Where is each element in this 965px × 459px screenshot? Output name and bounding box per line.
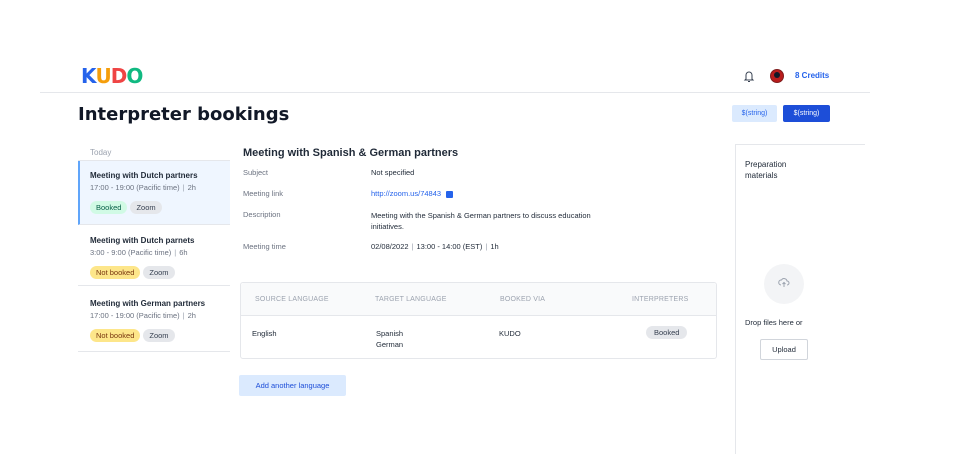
preparation-panel: Preparation materials Drop files here or… <box>735 144 865 454</box>
booking-time-range: 3:00 - 9:00 (Pacific time) <box>90 248 172 257</box>
meeting-time-label: Meeting time <box>243 242 286 251</box>
booking-title: Meeting with Dutch partners <box>90 171 198 180</box>
subject-value: Not specified <box>371 168 415 177</box>
booking-duration: 6h <box>179 248 188 257</box>
meeting-link-row: http://zoom.us/74843 <box>371 189 454 198</box>
meeting-time-range: 13:00 - 14:00 (EST) <box>416 242 483 251</box>
status-badge: Not booked <box>90 329 141 342</box>
booking-time-range: 17:00 - 19:00 (Pacific time) <box>90 183 180 192</box>
preparation-title: Preparation materials <box>745 160 787 180</box>
meeting-time-value: 02/08/2022 | 13:00 - 14:00 (EST) | 1h <box>371 242 499 251</box>
target-language-2: German <box>376 340 404 349</box>
column-header-source: SOURCE LANGUAGE <box>255 296 329 303</box>
languages-table: SOURCE LANGUAGE TARGET LANGUAGE BOOKED V… <box>240 282 717 359</box>
booking-duration: 2h <box>187 183 196 192</box>
booking-time-range: 17:00 - 19:00 (Pacific time) <box>90 311 180 320</box>
booking-item[interactable]: Meeting with Dutch partners 17:00 - 19:0… <box>78 161 230 225</box>
description-label: Description <box>243 210 281 219</box>
bell-icon[interactable] <box>743 69 755 83</box>
booking-time: 3:00 - 9:00 (Pacific time) | 6h <box>90 248 188 257</box>
meeting-date: 02/08/2022 <box>371 242 409 251</box>
booking-list: Today Meeting with Dutch partners 17:00 … <box>78 143 230 352</box>
kudo-logo[interactable]: KUDO <box>81 64 143 88</box>
add-language-button[interactable]: Add another language <box>239 375 346 396</box>
meeting-link[interactable]: http://zoom.us/74843 <box>371 189 441 198</box>
logo-letter-u: U <box>95 64 112 88</box>
secondary-action-button[interactable]: $(string) <box>732 105 777 122</box>
column-header-target: TARGET LANGUAGE <box>375 296 447 303</box>
logo-letter-d: D <box>110 64 128 88</box>
booking-time: 17:00 - 19:00 (Pacific time) | 2h <box>90 311 196 320</box>
group-label-today: Today <box>78 143 230 161</box>
booking-item[interactable]: Meeting with Dutch parnets 3:00 - 9:00 (… <box>78 225 230 286</box>
upload-cloud-icon <box>778 278 790 287</box>
logo-letter-k: K <box>81 64 96 88</box>
logo-letter-o: O <box>126 64 143 88</box>
cell-booked-via: KUDO <box>499 329 521 338</box>
avatar[interactable] <box>770 69 784 83</box>
status-badge: Not booked <box>90 266 141 279</box>
credits-link[interactable]: 8 Credits <box>795 71 829 80</box>
meeting-duration: 1h <box>490 242 499 251</box>
interpreters-status-badge: Booked <box>646 326 688 339</box>
booking-item[interactable]: Meeting with German partners 17:00 - 19:… <box>78 286 230 352</box>
cell-target-language: Spanish German <box>376 328 403 350</box>
description-value: Meeting with the Spanish & German partne… <box>371 211 591 231</box>
status-badge: Booked <box>90 201 128 214</box>
platform-badge: Zoom <box>143 329 175 342</box>
page-title: Interpreter bookings <box>78 104 290 125</box>
platform-badge: Zoom <box>130 201 162 214</box>
column-header-interpreters: INTERPRETERS <box>632 296 689 303</box>
subject-label: Subject <box>243 168 269 177</box>
copy-icon[interactable] <box>446 190 454 198</box>
meeting-link-label: Meeting link <box>243 189 284 198</box>
booking-time: 17:00 - 19:00 (Pacific time) | 2h <box>90 183 196 192</box>
booking-title: Meeting with German partners <box>90 299 206 308</box>
meeting-title: Meeting with Spanish & German partners <box>243 147 459 159</box>
drop-files-text: Drop files here or <box>745 318 803 327</box>
primary-action-button[interactable]: $(string) <box>783 105 830 122</box>
column-header-booked-via: BOOKED VIA <box>500 296 546 303</box>
upload-button[interactable]: Upload <box>760 339 808 360</box>
cell-source-language: English <box>252 329 277 338</box>
platform-badge: Zoom <box>143 266 175 279</box>
table-header: SOURCE LANGUAGE TARGET LANGUAGE BOOKED V… <box>241 283 716 316</box>
upload-dropzone[interactable] <box>764 264 804 304</box>
booking-title: Meeting with Dutch parnets <box>90 236 195 245</box>
booking-duration: 2h <box>187 311 196 320</box>
target-language-1: Spanish <box>376 329 404 338</box>
